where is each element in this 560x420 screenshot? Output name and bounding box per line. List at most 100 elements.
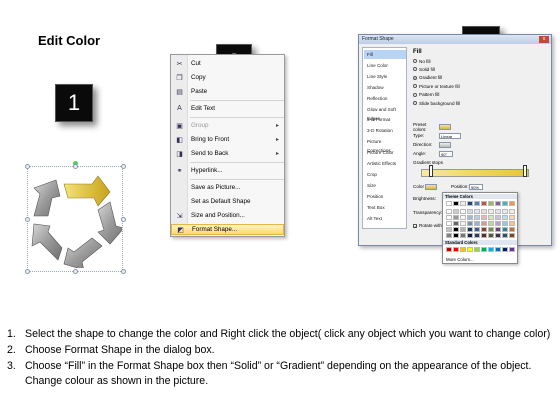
color-picker-button[interactable]	[425, 183, 437, 190]
angle-input[interactable]: 90°	[439, 150, 453, 157]
fill-option-slide-background-fill[interactable]: Slide background fill	[413, 100, 493, 106]
resize-handle[interactable]	[73, 164, 78, 169]
standard-color-swatch[interactable]	[495, 247, 501, 252]
theme-color-swatch[interactable]	[481, 227, 487, 232]
theme-color-swatch[interactable]	[446, 227, 452, 232]
radio-button[interactable]	[413, 59, 417, 63]
direction-button[interactable]	[439, 141, 451, 148]
theme-color-swatch[interactable]	[474, 221, 480, 226]
theme-color-swatch[interactable]	[509, 209, 515, 214]
menu-item-edit-text[interactable]: A Edit Text	[171, 103, 284, 114]
theme-color-swatch[interactable]	[467, 209, 473, 214]
theme-color-swatch[interactable]	[467, 215, 473, 220]
theme-color-swatch[interactable]	[495, 201, 501, 206]
theme-color-swatch[interactable]	[446, 233, 452, 238]
theme-color-swatch[interactable]	[495, 227, 501, 232]
radio-button[interactable]	[413, 84, 417, 89]
theme-color-swatch[interactable]	[502, 209, 508, 214]
theme-color-swatch[interactable]	[509, 227, 515, 232]
menu-item-group[interactable]: ▣ Group ▸	[171, 120, 284, 131]
nav-item-shadow[interactable]: Shadow	[364, 83, 406, 92]
resize-handle[interactable]	[121, 269, 126, 274]
theme-color-swatch[interactable]	[446, 221, 452, 226]
menu-item-paste[interactable]: ▤ Paste	[171, 86, 284, 97]
theme-color-swatch[interactable]	[502, 215, 508, 220]
theme-color-swatch[interactable]	[453, 201, 459, 206]
menu-item-hyperlink[interactable]: ⚭ Hyperlink...	[171, 165, 284, 176]
fill-option-pattern-fill[interactable]: Pattern fill	[413, 92, 493, 98]
close-icon[interactable]: x	[539, 36, 549, 43]
nav-item-text-box[interactable]: Text Box	[364, 203, 406, 212]
standard-color-swatch[interactable]	[446, 247, 452, 252]
resize-handle[interactable]	[25, 269, 30, 274]
theme-color-swatch[interactable]	[453, 233, 459, 238]
nav-item-picture-corrections[interactable]: Picture Corrections	[364, 137, 406, 153]
theme-color-swatch[interactable]	[446, 215, 452, 220]
standard-color-swatch[interactable]	[460, 247, 466, 252]
resize-handle[interactable]	[121, 164, 126, 169]
theme-color-swatch[interactable]	[446, 209, 452, 214]
type-select[interactable]: Linear	[439, 132, 461, 139]
theme-color-swatch[interactable]	[453, 215, 459, 220]
standard-color-swatch[interactable]	[488, 247, 494, 252]
theme-color-swatch[interactable]	[502, 227, 508, 232]
theme-color-swatch[interactable]	[467, 233, 473, 238]
theme-color-swatch[interactable]	[488, 221, 494, 226]
theme-color-swatch[interactable]	[474, 233, 480, 238]
theme-color-swatch[interactable]	[481, 221, 487, 226]
nav-item-picture-color[interactable]: Picture Color	[364, 148, 406, 157]
standard-color-swatch[interactable]	[509, 247, 515, 252]
theme-color-swatch[interactable]	[474, 227, 480, 232]
menu-item-size-and-position[interactable]: ⇲ Size and Position...	[171, 210, 284, 221]
theme-color-swatch[interactable]	[481, 201, 487, 206]
theme-color-swatch[interactable]	[467, 227, 473, 232]
theme-color-swatch[interactable]	[460, 221, 466, 226]
theme-color-swatch[interactable]	[446, 201, 452, 206]
theme-color-swatch[interactable]	[467, 201, 473, 206]
nav-item-position[interactable]: Position	[364, 192, 406, 201]
theme-color-swatch[interactable]	[474, 201, 480, 206]
menu-item-set-as-default-shape[interactable]: Set as Default Shape	[171, 196, 284, 207]
theme-color-swatch[interactable]	[495, 209, 501, 214]
nav-item-3-d-format[interactable]: 3-D Format	[364, 115, 406, 124]
nav-item-alt-text[interactable]: Alt Text	[364, 214, 406, 223]
preset-colors-button[interactable]	[439, 123, 451, 130]
theme-color-swatch[interactable]	[495, 221, 501, 226]
menu-item-cut[interactable]: ✂ Cut	[171, 58, 284, 69]
nav-item-glow-and-soft-edges[interactable]: Glow and Soft Edges	[364, 105, 406, 121]
fill-option-solid-fill[interactable]: Solid fill	[413, 66, 493, 72]
resize-handle[interactable]	[25, 164, 30, 169]
nav-item-line-style[interactable]: Line Style	[364, 72, 406, 81]
resize-handle[interactable]	[73, 269, 78, 274]
radio-button[interactable]	[413, 75, 417, 80]
theme-color-swatch[interactable]	[460, 201, 466, 206]
theme-color-swatch[interactable]	[453, 221, 459, 226]
theme-color-swatch[interactable]	[481, 233, 487, 238]
fill-option-picture-or-texture-fill[interactable]: Picture or texture fill	[413, 83, 493, 89]
theme-color-swatch[interactable]	[509, 233, 515, 238]
theme-color-swatch[interactable]	[453, 209, 459, 214]
more-colors-link[interactable]: More Colors...	[446, 257, 474, 262]
standard-color-swatch[interactable]	[467, 247, 473, 252]
gradient-stop[interactable]	[429, 165, 433, 177]
radio-button[interactable]	[413, 67, 417, 72]
theme-color-swatch[interactable]	[509, 215, 515, 220]
theme-color-swatch[interactable]	[495, 233, 501, 238]
nav-item-fill[interactable]: Fill	[364, 50, 406, 59]
theme-color-swatch[interactable]	[488, 227, 494, 232]
theme-color-swatch[interactable]	[460, 215, 466, 220]
standard-color-swatch[interactable]	[453, 247, 459, 252]
theme-color-swatch[interactable]	[488, 233, 494, 238]
theme-color-swatch[interactable]	[460, 233, 466, 238]
theme-color-swatch[interactable]	[474, 215, 480, 220]
theme-color-swatch[interactable]	[502, 233, 508, 238]
standard-color-swatch[interactable]	[474, 247, 480, 252]
theme-color-swatch[interactable]	[488, 209, 494, 214]
standard-color-swatch[interactable]	[502, 247, 508, 252]
nav-item-crop[interactable]: Crop	[364, 170, 406, 179]
nav-item-artistic-effects[interactable]: Artistic Effects	[364, 159, 406, 168]
fill-option-gradient-fill[interactable]: Gradient fill	[413, 75, 493, 81]
theme-color-swatch[interactable]	[474, 209, 480, 214]
theme-color-swatch[interactable]	[488, 215, 494, 220]
radio-button[interactable]	[413, 92, 417, 97]
